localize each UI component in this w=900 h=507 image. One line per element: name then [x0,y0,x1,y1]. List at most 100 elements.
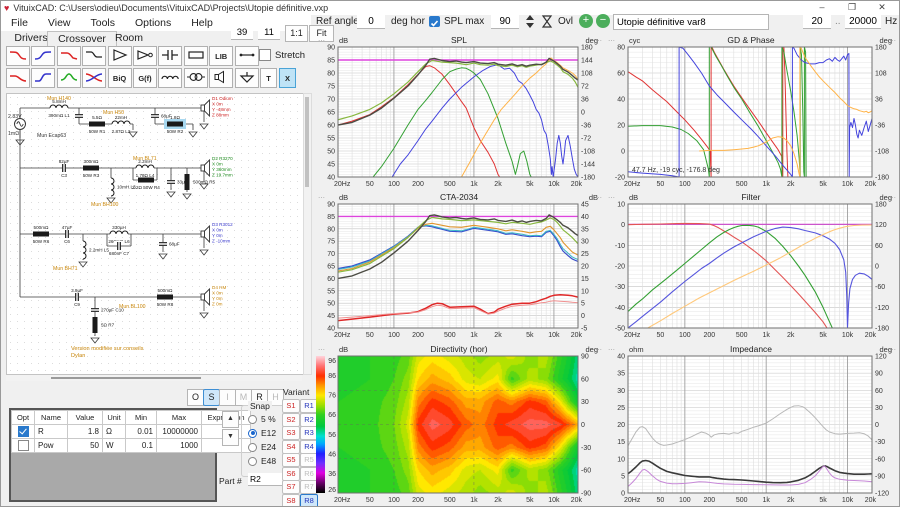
variant-s-button-s3[interactable]: S3 [282,426,300,440]
spl-max-spinner[interactable] [525,14,535,34]
tool-bandpass-button[interactable] [56,46,81,66]
variant-s-button-s8[interactable]: S8 [282,493,300,506]
move-up-button[interactable]: ▲ [222,411,239,428]
component-res_h[interactable]: 300mΩ 50W R3 [83,159,100,178]
menu-view[interactable]: View [38,15,81,31]
tool-shelf-button[interactable] [82,46,107,66]
component-res_h[interactable]: 2.2Ω 50W R4 [132,177,160,191]
chart-drag-handle[interactable]: ⋯ [608,195,615,202]
tool-highshelf-button[interactable] [31,68,56,88]
zoom-1to1-button[interactable]: 1:1 [285,25,308,42]
tab-room[interactable]: Room [103,31,155,47]
chart-drag-handle[interactable]: ⋯ [608,347,615,354]
freq-min-input[interactable] [803,14,831,29]
chart-menu-button[interactable]: ⋯ [889,347,896,354]
component-cap_h[interactable]: 82µF C3 [59,159,70,178]
menu-options[interactable]: Options [125,15,181,31]
restore-button[interactable]: ❐ [837,1,867,14]
tool-lowpass-button[interactable] [6,46,30,66]
variant-s-button-s1[interactable]: S1 [282,399,300,413]
tool-delete-button[interactable]: X [279,68,296,88]
radio-E48[interactable] [248,456,257,466]
component-ind_v[interactable]: 2.2mH L5 [82,240,110,260]
tool-speaker-button[interactable] [209,68,234,88]
chart-drag-handle[interactable]: ⋯ [318,195,325,202]
variant-s-button-s5[interactable]: S5 [282,453,300,467]
tool-ground-button[interactable] [234,68,259,88]
freq-max-input[interactable] [845,14,881,29]
grid-height-field[interactable] [258,26,280,40]
chart-menu-button[interactable]: ⋯ [595,195,602,202]
variant-s-button-s7[interactable]: S7 [282,480,300,494]
view-button-s[interactable]: S [203,389,220,406]
component-cap_h[interactable]: 3.9µF C9 [71,288,83,307]
value-cell[interactable]: 50 [67,438,103,453]
radio-E12[interactable] [248,428,257,438]
part-number-field[interactable] [248,473,286,486]
chart-menu-button[interactable]: ⋯ [595,38,602,45]
chart-drag-handle[interactable]: ⋯ [608,38,615,45]
hourglass-icon[interactable] [541,14,553,34]
opt-cell[interactable] [11,438,35,453]
variant-s-button-s4[interactable]: S4 [282,439,300,454]
tool-crossover-button[interactable] [82,68,107,88]
variant-name-combo[interactable] [613,14,769,30]
table-row[interactable]: R 1.8 Ω 0.01 10000000 [11,424,251,439]
component-spk[interactable] [200,287,210,307]
stretch-checkbox[interactable] [259,49,271,61]
tool-transformer-button[interactable] [183,68,208,88]
schematic-canvas[interactable]: 5.8mH 390mΩ L1 5.5Ω 50W R1 22mH 2.87Ω L2 68µF 1… [6,93,304,375]
add-variant-button[interactable]: + [579,14,593,28]
component-src[interactable] [14,118,26,130]
variant-s-button-s2[interactable]: S2 [282,412,300,427]
component-spk[interactable] [200,158,210,178]
chart-menu-button[interactable]: ⋯ [889,195,896,202]
tool-lowshelf-button[interactable] [6,68,30,88]
tool-resistor-button[interactable] [183,46,208,66]
component-cap_v[interactable] [74,111,84,121]
close-button[interactable]: ✕ [867,1,897,14]
snap-option-E48[interactable]: E48 [248,456,276,466]
component-res_h[interactable]: 500mΩ 50W R6 [33,225,50,244]
component-spk[interactable] [200,224,210,244]
component-cap_v[interactable]: 33µF [166,177,188,187]
menu-file[interactable]: File [1,15,38,31]
opt-checkbox[interactable] [17,440,29,451]
chart-drag-handle[interactable]: ⋯ [318,38,325,45]
grid-width-field[interactable] [231,26,253,40]
tool-inductor-button[interactable] [158,68,183,88]
tool-library-button[interactable]: LIB [209,46,234,66]
component-cap_v[interactable]: 68µF [158,239,180,249]
opt-cell[interactable] [11,424,35,439]
chart-drag-handle[interactable]: ⋯ [318,347,325,354]
view-button-o[interactable]: O [187,389,204,406]
schematic-horizontal-scrollbar[interactable] [6,375,302,381]
menu-help[interactable]: Help [181,15,223,31]
move-down-button[interactable]: ▼ [222,429,239,446]
snap-option-E24[interactable]: E24 [248,442,276,452]
tool-peak-button[interactable] [56,68,81,88]
spl-max-input[interactable] [491,14,519,29]
opt-checkbox[interactable] [17,426,29,437]
component-res_v[interactable]: 5Ω R7 [92,317,115,333]
schematic-vertical-scrollbar[interactable] [303,93,312,375]
min-cell[interactable]: 0.01 [125,424,157,439]
ref-angle-input[interactable] [357,14,385,29]
snap-option-5%[interactable]: 5 % [248,414,276,424]
component-cap_h[interactable]: 47µF C6 [62,225,73,244]
tool-gain-button[interactable] [107,46,132,66]
chart-menu-button[interactable]: ⋯ [595,347,602,354]
remove-variant-button[interactable]: − [596,14,610,28]
component-res_v[interactable]: 500mΩ R5 [184,174,216,190]
snap-option-E12[interactable]: E12 [248,428,276,438]
tool-capacitor-button[interactable] [158,46,183,66]
radio-E24[interactable] [248,442,257,452]
tool-biquad-button[interactable]: BiQ [107,68,132,88]
variant-s-button-s6[interactable]: S6 [282,466,300,481]
radio-5%[interactable] [248,414,257,424]
minimize-button[interactable]: – [807,1,837,14]
spl-max-checkbox[interactable] [429,16,440,27]
component-res_h[interactable]: 5.5Ω 50W R1 [89,115,106,134]
menu-tools[interactable]: Tools [81,15,126,31]
stretch-option[interactable]: Stretch [259,49,305,61]
